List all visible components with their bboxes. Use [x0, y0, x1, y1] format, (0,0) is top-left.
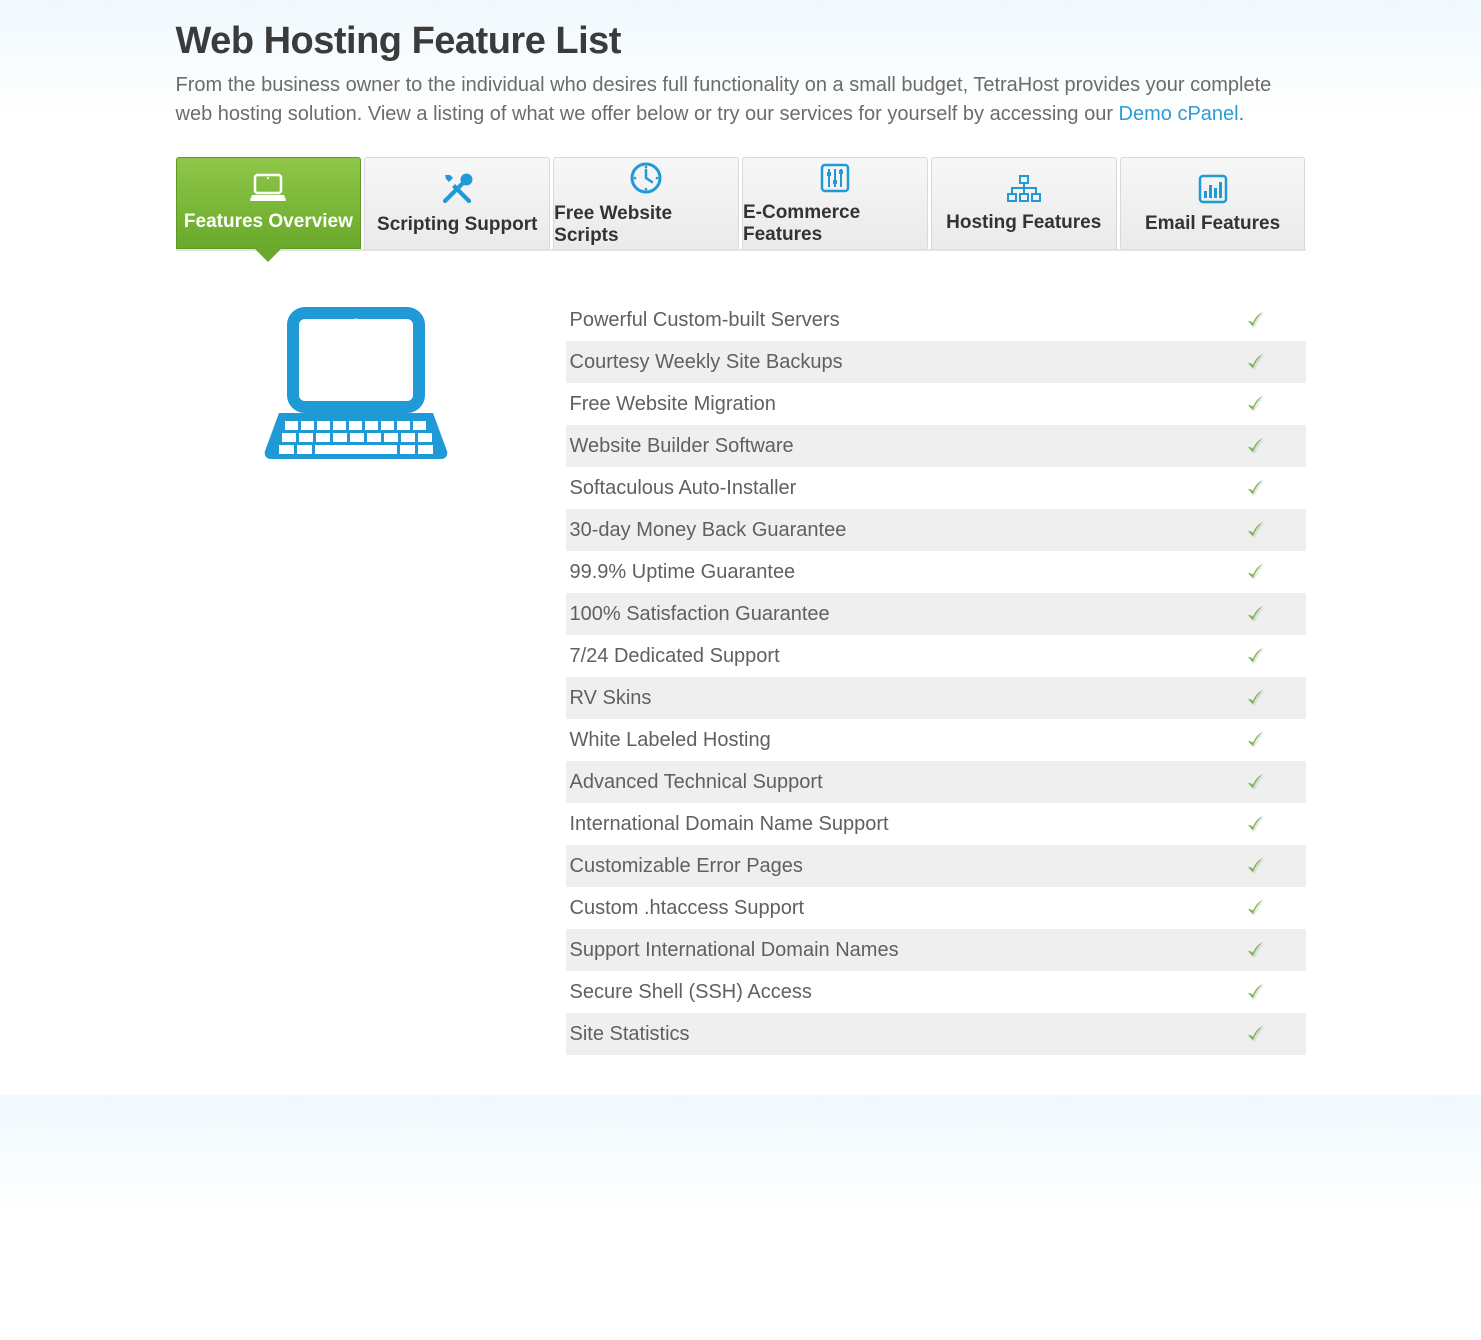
check-icon	[1204, 436, 1306, 456]
sitemap-icon	[1006, 174, 1042, 204]
feature-row: 100% Satisfaction Guarantee	[566, 593, 1306, 635]
laptop-icon	[249, 173, 287, 203]
feature-row: White Labeled Hosting	[566, 719, 1306, 761]
feature-illustration	[176, 299, 536, 1055]
tab-label: E-Commerce Features	[743, 202, 927, 246]
sliders-icon	[819, 162, 851, 194]
feature-row: Custom .htaccess Support	[566, 887, 1306, 929]
feature-row: Customizable Error Pages	[566, 845, 1306, 887]
feature-name: Courtesy Weekly Site Backups	[566, 351, 1200, 374]
check-icon	[1204, 562, 1306, 582]
feature-row: Free Website Migration	[566, 383, 1306, 425]
feature-row: 99.9% Uptime Guarantee	[566, 551, 1306, 593]
tab-free-website-scripts[interactable]: Free Website Scripts	[553, 157, 739, 249]
feature-row: Courtesy Weekly Site Backups	[566, 341, 1306, 383]
check-icon	[1204, 898, 1306, 918]
check-icon	[1204, 982, 1306, 1002]
tabs-bar: Features Overview Scripting Support	[176, 157, 1306, 251]
check-icon	[1204, 1024, 1306, 1044]
feature-name: RV Skins	[566, 687, 1200, 710]
feature-table: Powerful Custom-built Servers Courtesy We…	[566, 299, 1306, 1055]
feature-name: White Labeled Hosting	[566, 729, 1200, 752]
check-icon	[1204, 520, 1306, 540]
intro-after: .	[1239, 103, 1245, 125]
feature-row: RV Skins	[566, 677, 1306, 719]
bar-chart-icon	[1197, 173, 1229, 205]
check-icon	[1204, 688, 1306, 708]
feature-name: 99.9% Uptime Guarantee	[566, 561, 1200, 584]
tab-scripting-support[interactable]: Scripting Support	[364, 157, 550, 249]
laptop-large-icon	[261, 305, 451, 470]
tab-hosting-features[interactable]: Hosting Features	[931, 157, 1117, 249]
tab-label: Email Features	[1145, 213, 1280, 235]
feature-row: 30-day Money Back Guarantee	[566, 509, 1306, 551]
tab-email-features[interactable]: Email Features	[1120, 157, 1306, 249]
feature-name: 30-day Money Back Guarantee	[566, 519, 1200, 542]
check-icon	[1204, 604, 1306, 624]
feature-row: Powerful Custom-built Servers	[566, 299, 1306, 341]
check-icon	[1204, 940, 1306, 960]
feature-name: Free Website Migration	[566, 393, 1200, 416]
feature-name: Support International Domain Names	[566, 939, 1200, 962]
feature-name: Advanced Technical Support	[566, 771, 1200, 794]
feature-name: 7/24 Dedicated Support	[566, 645, 1200, 668]
check-icon	[1204, 310, 1306, 330]
feature-name: Softaculous Auto-Installer	[566, 477, 1200, 500]
feature-name: International Domain Name Support	[566, 813, 1200, 836]
feature-name: Secure Shell (SSH) Access	[566, 981, 1200, 1004]
tools-icon	[440, 172, 474, 206]
feature-row: Secure Shell (SSH) Access	[566, 971, 1306, 1013]
check-icon	[1204, 646, 1306, 666]
intro-text: From the business owner to the individua…	[176, 71, 1306, 129]
feature-name: 100% Satisfaction Guarantee	[566, 603, 1200, 626]
feature-row: Website Builder Software	[566, 425, 1306, 467]
tab-features-overview[interactable]: Features Overview	[176, 157, 362, 249]
feature-name: Custom .htaccess Support	[566, 897, 1200, 920]
feature-row: Softaculous Auto-Installer	[566, 467, 1306, 509]
feature-name: Customizable Error Pages	[566, 855, 1200, 878]
tab-label: Features Overview	[184, 211, 353, 233]
content-area: Powerful Custom-built Servers Courtesy We…	[176, 299, 1306, 1055]
clock-icon	[629, 161, 663, 195]
demo-cpanel-link[interactable]: Demo cPanel	[1119, 103, 1239, 125]
tab-label: Scripting Support	[377, 214, 537, 236]
feature-row: Site Statistics	[566, 1013, 1306, 1055]
feature-name: Website Builder Software	[566, 435, 1200, 458]
check-icon	[1204, 772, 1306, 792]
feature-name: Site Statistics	[566, 1023, 1200, 1046]
feature-row: 7/24 Dedicated Support	[566, 635, 1306, 677]
feature-row: Advanced Technical Support	[566, 761, 1306, 803]
check-icon	[1204, 856, 1306, 876]
check-icon	[1204, 352, 1306, 372]
check-icon	[1204, 730, 1306, 750]
tab-label: Hosting Features	[946, 212, 1101, 234]
intro-before: From the business owner to the individua…	[176, 74, 1272, 125]
feature-row: International Domain Name Support	[566, 803, 1306, 845]
tab-ecommerce-features[interactable]: E-Commerce Features	[742, 157, 928, 249]
page-title: Web Hosting Feature List	[176, 0, 1306, 71]
feature-name: Powerful Custom-built Servers	[566, 309, 1200, 332]
check-icon	[1204, 394, 1306, 414]
check-icon	[1204, 478, 1306, 498]
feature-row: Support International Domain Names	[566, 929, 1306, 971]
tab-label: Free Website Scripts	[554, 203, 738, 247]
check-icon	[1204, 814, 1306, 834]
